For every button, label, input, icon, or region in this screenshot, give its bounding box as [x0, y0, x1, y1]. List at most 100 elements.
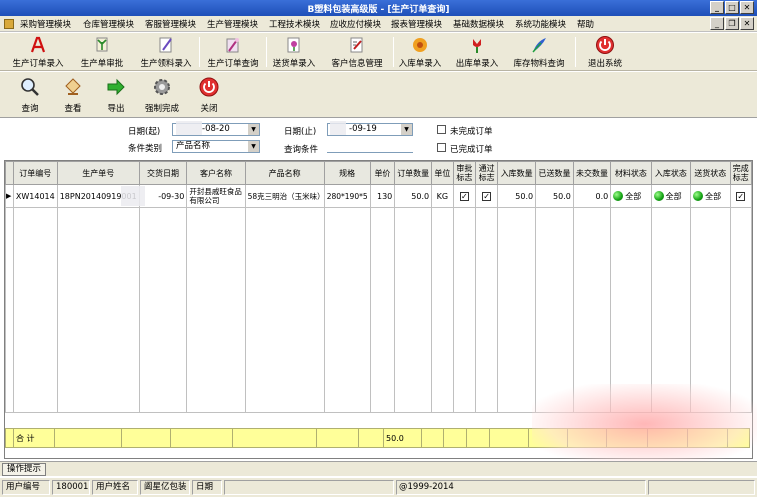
menu-accounts[interactable]: 应收应付模块: [330, 18, 381, 30]
query-cond-input[interactable]: [327, 140, 413, 153]
col-header[interactable]: 通过标志: [474, 161, 499, 185]
cell-product[interactable]: 58克三明治（玉米味）: [244, 184, 325, 208]
unfinished-checkbox[interactable]: [437, 125, 446, 134]
cell-done[interactable]: ✓: [729, 184, 752, 208]
plant-icon: [96, 37, 108, 52]
chevron-down-icon[interactable]: ▼: [401, 124, 412, 135]
module-approval-button[interactable]: 生产单审批: [74, 34, 130, 70]
close-window-button[interactable]: 关闭: [191, 76, 227, 116]
module-customer-button[interactable]: 客户信息管理: [327, 34, 387, 70]
close-button[interactable]: ✕: [740, 1, 754, 14]
module-label: 退出系统: [587, 59, 622, 69]
col-header[interactable]: 审批标志: [452, 161, 477, 185]
col-header[interactable]: 订单数量: [394, 161, 433, 185]
module-delivery-button[interactable]: 送货单录入: [270, 34, 318, 70]
view-icon: [65, 78, 81, 95]
col-header[interactable]: 规格: [323, 161, 371, 185]
cell-approved[interactable]: ✓: [452, 184, 477, 208]
sunflower-icon: [413, 38, 427, 52]
edit-doc-icon: [350, 37, 363, 53]
menu-system[interactable]: 系统功能模块: [515, 18, 566, 30]
col-header[interactable]: 单位: [431, 161, 454, 185]
status-extra: [648, 480, 755, 495]
menu-warehouse[interactable]: 仓库管理模块: [83, 18, 134, 30]
col-header[interactable]: 订单编号: [12, 161, 58, 185]
in-status-text: 全部: [665, 191, 682, 201]
col-header[interactable]: 客户名称: [186, 161, 246, 185]
date-from-label: 日期(起): [128, 127, 161, 137]
redaction: [121, 186, 145, 206]
export-button[interactable]: 导出: [98, 76, 134, 116]
minimize-button[interactable]: _: [710, 1, 724, 14]
module-stock-out-button[interactable]: 出库单录入: [452, 34, 502, 70]
module-stock-in-button[interactable]: 入库单录入: [396, 34, 444, 70]
wand-icon: [226, 38, 239, 53]
col-header[interactable]: 材料状态: [610, 161, 652, 185]
cell-order-no[interactable]: XW14014: [12, 184, 58, 208]
chevron-down-icon[interactable]: ▼: [248, 141, 259, 152]
col-header[interactable]: 生产单号: [56, 161, 140, 185]
cell-price[interactable]: 130: [369, 184, 396, 208]
maximize-button[interactable]: □: [725, 1, 739, 14]
cell-mat-status[interactable]: 全部: [610, 184, 652, 208]
cell-in-status[interactable]: 全部: [650, 184, 692, 208]
cell-send-status[interactable]: 全部: [690, 184, 731, 208]
cell-spec[interactable]: 280*190*5: [323, 184, 371, 208]
close-label: 关闭: [200, 104, 218, 114]
menu-base-data[interactable]: 基础数据模块: [453, 18, 504, 30]
cell-in-qty[interactable]: 50.0: [497, 184, 537, 208]
redaction: [176, 121, 202, 135]
redaction: [330, 121, 346, 135]
done-checkbox[interactable]: ✓: [736, 191, 746, 201]
mdi-close-button[interactable]: ✕: [740, 17, 754, 30]
menu-production[interactable]: 生产管理模块: [207, 18, 258, 30]
user-no-label: 用户编号: [2, 480, 50, 495]
passed-checkbox[interactable]: ✓: [482, 191, 492, 201]
menu-engineering[interactable]: 工程技术模块: [269, 18, 320, 30]
module-label: 生产领料录入: [140, 59, 192, 69]
mdi-minimize-button[interactable]: _: [710, 17, 724, 30]
module-order-entry-button[interactable]: 生产订单录入: [8, 34, 68, 70]
hint-area: 操作提示: [0, 461, 757, 476]
cell-passed[interactable]: ✓: [474, 184, 499, 208]
module-exit-button[interactable]: 退出系统: [582, 34, 628, 70]
col-header[interactable]: 完成标志: [729, 161, 752, 185]
cond-type-select[interactable]: 产品名称 ▼: [172, 140, 260, 153]
view-button[interactable]: 查看: [55, 76, 91, 116]
chevron-down-icon[interactable]: ▼: [248, 124, 259, 135]
approved-checkbox[interactable]: ✓: [459, 191, 469, 201]
cell-sent-qty[interactable]: 50.0: [535, 184, 574, 208]
document-icon[interactable]: [4, 19, 14, 29]
row-pointer-icon: ▶: [5, 184, 14, 208]
col-header[interactable]: 入库数量: [497, 161, 537, 185]
module-order-query-button[interactable]: 生产订单查询: [203, 34, 263, 70]
col-header[interactable]: 已送数量: [535, 161, 574, 185]
col-header[interactable]: 入库状态: [650, 161, 692, 185]
col-header[interactable]: 交货日期: [138, 161, 188, 185]
menu-reports[interactable]: 报表管理模块: [391, 18, 442, 30]
cell-customer[interactable]: 开封县戚旺食品有限公司: [186, 184, 246, 208]
force-complete-button[interactable]: 强制完成: [140, 76, 184, 116]
query-button[interactable]: 查询: [12, 76, 48, 116]
cell-undelivered[interactable]: 0.0: [572, 184, 612, 208]
col-header[interactable]: 产品名称: [244, 161, 325, 185]
menu-customer-service[interactable]: 客服管理模块: [145, 18, 196, 30]
col-header[interactable]: 未交数量: [572, 161, 612, 185]
col-header[interactable]: 送货状态: [690, 161, 731, 185]
module-label: 生产订单录入: [12, 59, 64, 69]
product-text: 58克三明治（玉米味）: [247, 191, 325, 201]
total-label: 合 计: [13, 428, 55, 448]
cell-qty[interactable]: 50.0: [394, 184, 433, 208]
module-material-button[interactable]: 生产领料录入: [137, 34, 195, 70]
module-inventory-button[interactable]: 库存物料查询: [510, 34, 568, 70]
finished-checkbox[interactable]: [437, 143, 446, 152]
mdi-restore-button[interactable]: ❐: [725, 17, 739, 30]
status-bar: 用户编号 180001 用户姓名 阖星亿包装 日期 @1999-2014: [0, 477, 757, 497]
menu-help[interactable]: 帮助: [577, 18, 594, 30]
col-header[interactable]: 单价: [369, 161, 396, 185]
table-row[interactable]: ▶ XW14014 18PN20140919001 -09-30 开封县戚旺食品…: [5, 184, 752, 208]
hint-tab[interactable]: 操作提示: [2, 463, 46, 476]
menu-purchase[interactable]: 采购管理模块: [20, 18, 71, 30]
cell-delivery[interactable]: -09-30: [138, 184, 188, 208]
cell-unit[interactable]: KG: [431, 184, 454, 208]
